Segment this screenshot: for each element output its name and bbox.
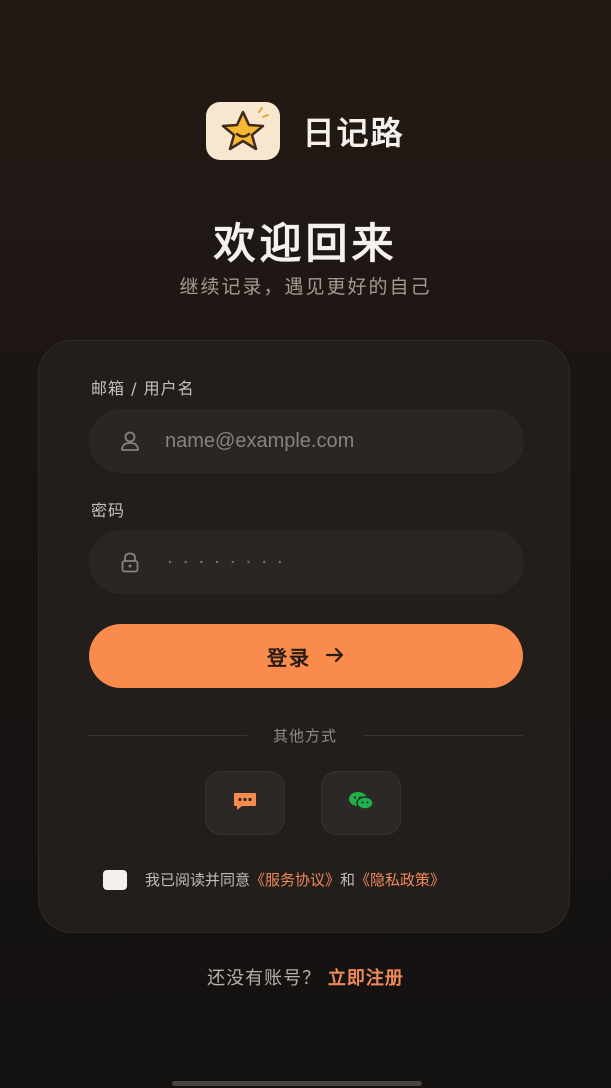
app-name: 日记路 [302,114,405,152]
message-icon [232,790,258,816]
star-icon [222,107,270,151]
username-label: 邮箱 / 用户名 [91,379,195,398]
signup-prompt: 还没有账号？ [207,968,322,989]
signup-row: 还没有账号？ 立即注册 [0,964,611,990]
agreement-checkbox[interactable] [103,869,127,890]
password-value: ········ [167,551,293,573]
login-button[interactable]: 登录 [89,624,523,688]
username-input[interactable]: name@example.com [89,409,524,473]
arrow-right-icon [325,644,345,668]
divider-line-left [87,734,247,736]
sms-login-button[interactable] [205,771,285,835]
wechat-icon [347,789,375,817]
other-methods-divider: 其他方式 [87,725,524,745]
divider-line-right [363,734,524,736]
page-subtitle: 继续记录，遇见更好的自己 [179,276,432,298]
signup-link[interactable]: 立即注册 [328,968,404,989]
agreement-row: 我已阅读并同意《服务协议》和《隐私政策》 [103,869,445,890]
app-header: 日记路 [0,102,611,160]
login-label: 登录 [267,645,311,670]
password-label: 密码 [91,501,126,520]
agreement-prefix: 我已阅读并同意 [145,871,251,889]
username-placeholder: name@example.com [165,429,355,452]
home-indicator [172,1081,422,1086]
terms-link[interactable]: 《服务协议》 [250,871,340,889]
agreement-and: 和 [340,871,356,889]
other-methods-label: 其他方式 [273,726,338,745]
lock-icon [119,551,141,573]
login-card: 邮箱 / 用户名 name@example.com 密码 ········ 登录 [38,340,570,933]
password-input[interactable]: ········ [89,530,524,594]
app-logo [206,102,281,160]
page-title: 欢迎回来 [213,219,398,268]
wechat-login-button[interactable] [321,771,401,835]
privacy-link[interactable]: 《隐私政策》 [355,871,445,889]
agreement-text: 我已阅读并同意《服务协议》和《隐私政策》 [145,869,445,890]
user-icon [119,430,141,452]
